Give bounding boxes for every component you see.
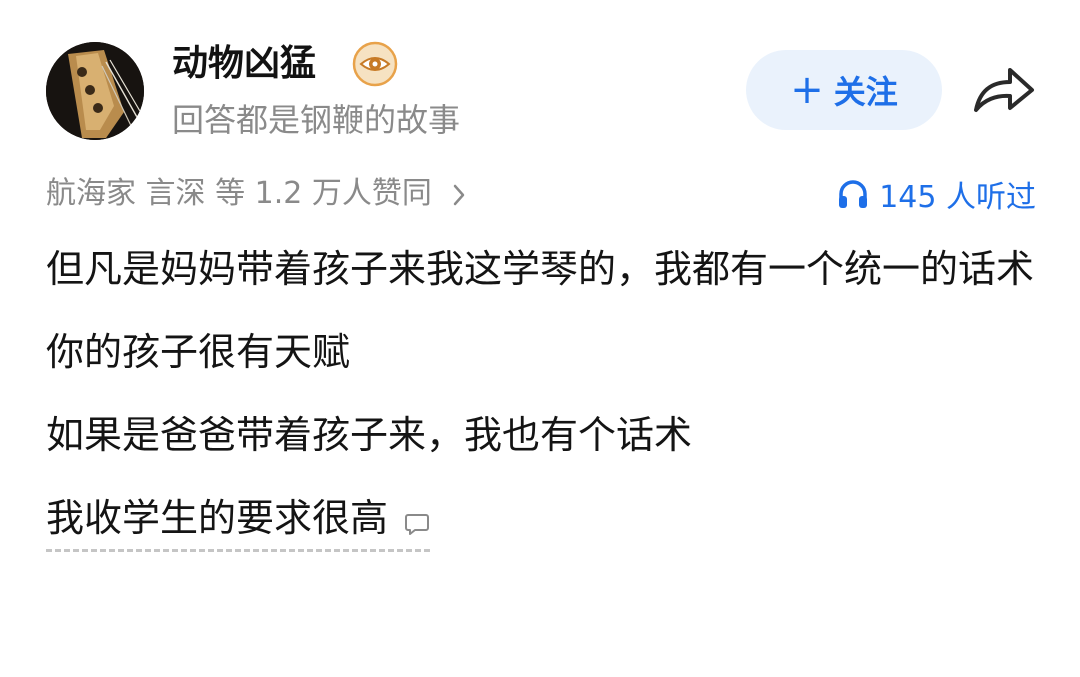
upvote-summary[interactable]: 航海家 言深 等 1.2 万人赞同 (46, 174, 465, 214)
chevron-right-icon (454, 184, 465, 205)
avatar[interactable] (46, 42, 144, 140)
guitar-avatar-image (46, 42, 144, 140)
upvote-summary-text: 航海家 言深 等 1.2 万人赞同 (46, 176, 432, 211)
author-name[interactable]: 动物凶猛 (172, 42, 316, 86)
paragraph-4-text: 我收学生的要求很高 (46, 496, 389, 540)
comment-bubble-icon (405, 514, 430, 535)
paragraph-2: 你的孩子很有天赋 (46, 330, 351, 374)
paragraph-1: 但凡是妈妈带着孩子来我这学琴的，我都有一个统一的话术 (46, 247, 1035, 291)
paragraph-4-underline: 我收学生的要求很高 (46, 495, 431, 552)
eye-badge-icon (352, 41, 398, 87)
author-bio: 回答都是钢鞭的故事 (172, 101, 461, 139)
share-arrow-icon[interactable] (970, 62, 1036, 118)
follow-button[interactable]: + 关注 (746, 50, 942, 130)
listen-count[interactable]: 145 人听过 (837, 174, 1036, 215)
paragraph-3: 如果是爸爸带着孩子来，我也有个话术 (46, 413, 693, 457)
follow-label: 关注 (833, 73, 898, 111)
paragraph-4: 我收学生的要求很高 (46, 495, 1046, 552)
headphones-icon (839, 180, 868, 208)
plus-icon: + (790, 67, 824, 113)
listen-count-text: 145 人听过 (879, 180, 1036, 215)
answer-content: 但凡是妈妈带着孩子来我这学琴的，我都有一个统一的话术 你的孩子很有天赋 如果是爸… (46, 246, 1046, 589)
